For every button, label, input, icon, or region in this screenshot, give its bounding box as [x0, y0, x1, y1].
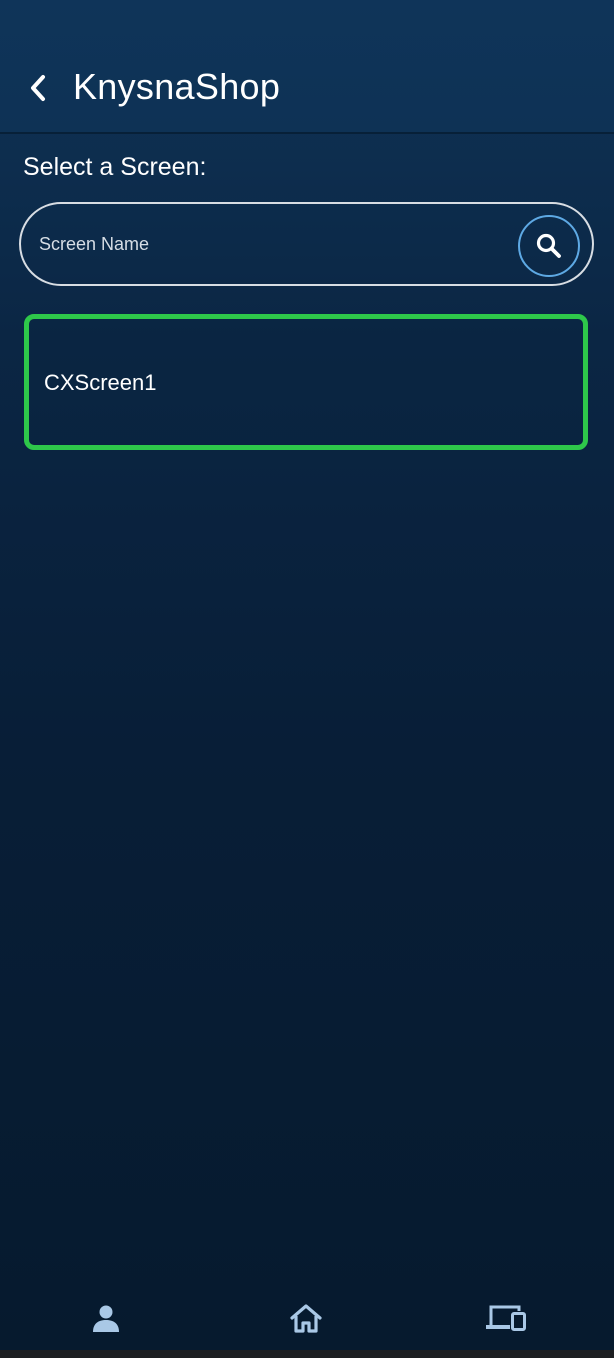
search-bar: [19, 202, 594, 286]
nav-devices-button[interactable]: [484, 1298, 528, 1338]
page-title: KnysnaShop: [73, 66, 281, 107]
system-nav-strip: [0, 1350, 614, 1358]
back-button[interactable]: [20, 70, 56, 106]
nav-profile-button[interactable]: [84, 1298, 128, 1338]
home-icon: [290, 1304, 322, 1333]
search-icon: [536, 233, 561, 258]
app-header: KnysnaShop: [0, 0, 614, 134]
select-screen-label: Select a Screen:: [23, 153, 207, 181]
person-icon: [93, 1305, 119, 1332]
chevron-left-icon: [31, 75, 45, 101]
screen-list-item[interactable]: CXScreen1: [24, 314, 588, 450]
nav-home-button[interactable]: [284, 1298, 328, 1338]
screen-name-input[interactable]: [39, 224, 509, 264]
bottom-navigation: [0, 1282, 614, 1350]
search-button[interactable]: [518, 215, 580, 277]
screen-item-label: CXScreen1: [44, 370, 157, 395]
devices-icon: [486, 1305, 526, 1331]
